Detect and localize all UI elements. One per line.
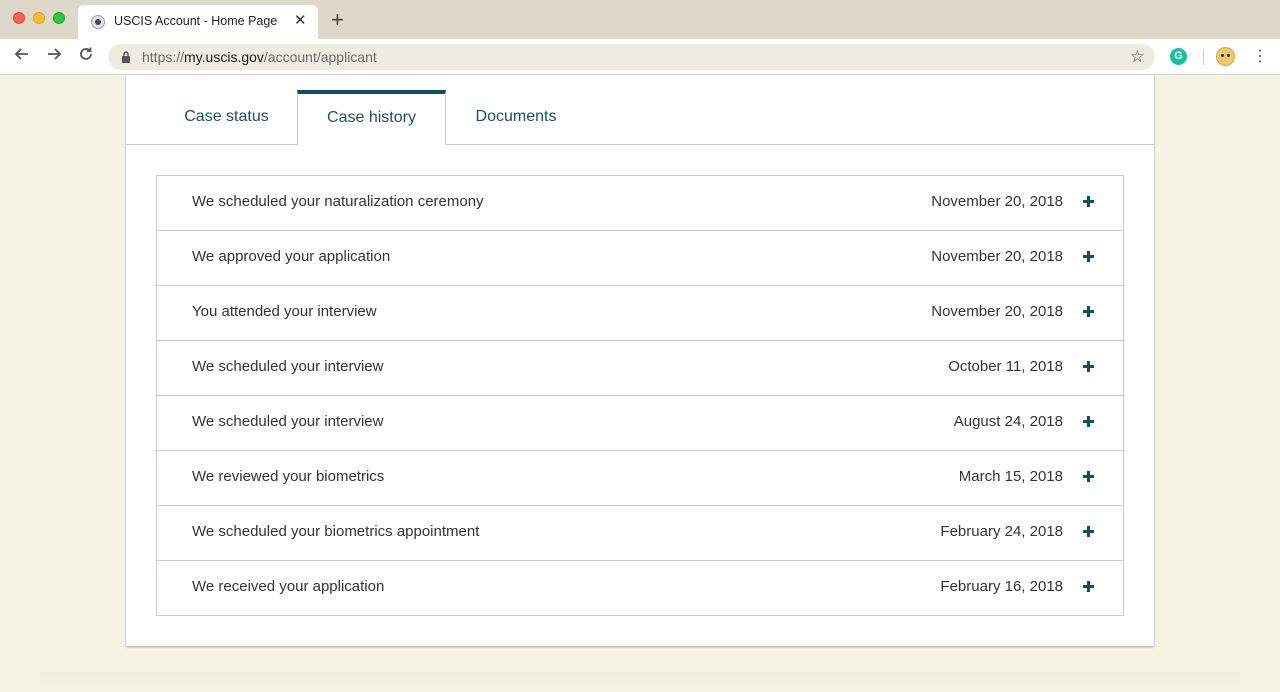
bookmark-star-icon[interactable]: ☆	[1130, 47, 1145, 67]
history-event-title: We scheduled your biometrics appointment	[192, 523, 480, 540]
history-event-date: November 20, 2018	[931, 248, 1063, 265]
url-scheme: https://	[142, 49, 185, 65]
history-row[interactable]: We scheduled your interview October 11, …	[157, 341, 1123, 396]
new-tab-button[interactable]: +	[331, 9, 344, 31]
toolbar-divider	[1203, 49, 1204, 65]
expand-plus-icon[interactable]	[1083, 416, 1094, 427]
history-event-title: We reviewed your biometrics	[192, 468, 385, 485]
history-event-date: November 20, 2018	[931, 193, 1063, 210]
expand-plus-icon[interactable]	[1083, 251, 1094, 262]
browser-menu-icon[interactable]: ⋮	[1252, 47, 1268, 67]
history-event-date: March 15, 2018	[958, 468, 1063, 485]
maximize-window-button[interactable]	[53, 12, 65, 24]
history-event-title: We approved your application	[192, 248, 391, 265]
tab-documents[interactable]: Documents	[456, 90, 576, 145]
close-tab-icon[interactable]: ✕	[294, 11, 307, 31]
case-tabs: Case status Case history Documents	[126, 75, 1154, 145]
reload-icon[interactable]	[76, 46, 96, 66]
expand-plus-icon[interactable]	[1083, 196, 1094, 207]
url-host: my.uscis.gov	[184, 49, 264, 65]
tab-case-history[interactable]: Case history	[297, 90, 446, 145]
footer-shadow	[40, 672, 1240, 692]
history-event-title: We scheduled your interview	[192, 413, 384, 430]
history-event-date: February 16, 2018	[940, 578, 1063, 595]
history-row[interactable]: You attended your interview November 20,…	[157, 286, 1123, 341]
url-text[interactable]: https://my.uscis.gov/account/applicant	[142, 49, 377, 65]
history-row[interactable]: We received your application February 16…	[157, 561, 1123, 615]
grammarly-extension-icon[interactable]: G	[1170, 48, 1187, 65]
history-event-date: August 24, 2018	[953, 413, 1063, 430]
history-event-date: February 24, 2018	[940, 523, 1063, 540]
history-event-title: We scheduled your naturalization ceremon…	[192, 193, 484, 210]
history-row[interactable]: We approved your application November 20…	[157, 231, 1123, 286]
close-window-button[interactable]	[13, 12, 25, 24]
browser-tab-title: USCIS Account - Home Page	[114, 14, 278, 28]
history-row[interactable]: We scheduled your biometrics appointment…	[157, 506, 1123, 561]
minimize-window-button[interactable]	[33, 12, 45, 24]
url-path: /account/applicant	[263, 49, 377, 65]
history-row[interactable]: We scheduled your naturalization ceremon…	[157, 176, 1123, 231]
tab-case-status[interactable]: Case status	[166, 90, 287, 145]
back-arrow-icon[interactable]	[12, 46, 32, 66]
profile-avatar-icon[interactable]	[1216, 47, 1235, 66]
history-event-title: We scheduled your interview	[192, 358, 384, 375]
expand-plus-icon[interactable]	[1083, 306, 1094, 317]
history-event-date: October 11, 2018	[948, 358, 1063, 375]
browser-tab[interactable]: USCIS Account - Home Page ✕	[78, 5, 318, 39]
expand-plus-icon[interactable]	[1083, 581, 1094, 592]
history-event-date: November 20, 2018	[931, 303, 1063, 320]
forward-arrow-icon[interactable]	[44, 46, 64, 66]
uscis-seal-icon	[91, 15, 105, 29]
history-row[interactable]: We scheduled your interview August 24, 2…	[157, 396, 1123, 451]
expand-plus-icon[interactable]	[1083, 361, 1094, 372]
case-history-list: We scheduled your naturalization ceremon…	[156, 175, 1124, 616]
address-bar[interactable]: https://my.uscis.gov/account/applicant ☆	[108, 44, 1155, 70]
expand-plus-icon[interactable]	[1083, 471, 1094, 482]
lock-icon	[122, 51, 130, 63]
case-card: Case status Case history Documents We sc…	[126, 75, 1154, 646]
history-event-title: You attended your interview	[192, 303, 377, 320]
history-event-title: We received your application	[192, 578, 385, 595]
browser-titlebar: USCIS Account - Home Page ✕ +	[0, 0, 1280, 39]
history-row[interactable]: We reviewed your biometrics March 15, 20…	[157, 451, 1123, 506]
expand-plus-icon[interactable]	[1083, 526, 1094, 537]
browser-toolbar: https://my.uscis.gov/account/applicant ☆	[0, 39, 1280, 75]
